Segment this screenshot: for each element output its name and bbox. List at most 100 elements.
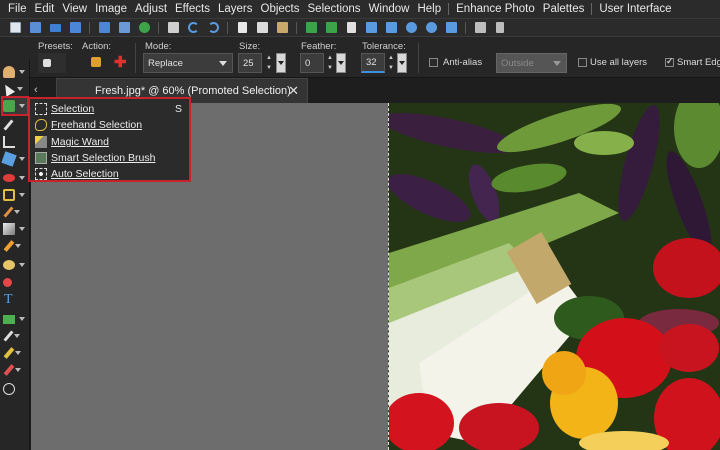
share-icon[interactable] <box>135 20 153 35</box>
save-for-office-icon[interactable] <box>115 20 133 35</box>
menu-window[interactable]: Window <box>365 3 414 15</box>
chevron-down-icon[interactable] <box>19 70 25 74</box>
menu-layers[interactable]: Layers <box>214 3 257 15</box>
cut-icon[interactable] <box>233 20 251 35</box>
flyout-item-smart-selection-brush[interactable]: Smart Selection Brush <box>32 150 189 166</box>
chevron-down-icon[interactable] <box>19 317 25 321</box>
menu-separator <box>591 3 593 15</box>
chevron-down-icon[interactable] <box>19 157 25 161</box>
canvas-size-icon[interactable] <box>382 20 400 35</box>
size-stepper[interactable]: ▲ ▼ <box>265 53 273 73</box>
browse-icon[interactable] <box>46 20 64 35</box>
size-dropdown-button[interactable] <box>276 53 286 73</box>
print-icon[interactable] <box>164 20 182 35</box>
rotate-left-icon[interactable] <box>302 20 320 35</box>
zoom-out-icon[interactable] <box>422 20 440 35</box>
flyout-item-label: Auto Selection <box>51 168 119 180</box>
resize-icon[interactable] <box>362 20 380 35</box>
chevron-down-icon[interactable] <box>17 87 23 91</box>
chevron-down-icon[interactable] <box>15 244 21 248</box>
open-file-icon[interactable] <box>26 20 44 35</box>
dodge-tool[interactable] <box>3 274 27 290</box>
fullscreen-icon[interactable] <box>471 20 489 35</box>
chevron-down-icon[interactable] <box>19 227 25 231</box>
crop-image-icon[interactable] <box>342 20 360 35</box>
copy-icon[interactable] <box>253 20 271 35</box>
clone-brush-tool[interactable] <box>3 204 27 220</box>
tolerance-dropdown-button[interactable] <box>397 53 407 73</box>
pick-tool[interactable] <box>0 81 27 97</box>
use-all-layers-checkbox[interactable] <box>578 58 587 67</box>
color-changer-tool[interactable] <box>3 362 27 378</box>
menu-selections[interactable]: Selections <box>304 3 365 15</box>
rotate-right-icon[interactable] <box>322 20 340 35</box>
chevron-down-icon[interactable] <box>19 263 25 267</box>
selection-tool[interactable] <box>1 96 29 116</box>
new-file-icon[interactable] <box>6 20 24 35</box>
presets-dropdown[interactable] <box>38 53 66 73</box>
chevron-down-icon <box>219 61 227 66</box>
chevron-down-icon[interactable] <box>14 334 20 338</box>
menu-image[interactable]: Image <box>91 3 131 15</box>
menu-palettes[interactable]: Palettes <box>539 3 589 15</box>
paint-brush-tool[interactable] <box>3 238 27 254</box>
fit-window-icon[interactable] <box>442 20 460 35</box>
tolerance-input[interactable]: 32 <box>361 53 385 73</box>
menu-view[interactable]: View <box>58 3 91 15</box>
action-reset-icon[interactable]: ✚ <box>114 53 127 71</box>
zoom-in-icon[interactable] <box>402 20 420 35</box>
add-tool-button[interactable] <box>3 381 27 397</box>
flyout-item-auto-selection[interactable]: Auto Selection <box>32 166 189 182</box>
red-eye-tool[interactable] <box>3 170 27 186</box>
chevron-down-icon[interactable] <box>15 368 21 372</box>
redo-icon[interactable] <box>204 20 222 35</box>
chevron-down-icon[interactable] <box>14 210 20 214</box>
eraser-tool[interactable] <box>3 257 27 273</box>
undo-icon[interactable] <box>184 20 202 35</box>
chevron-left-icon[interactable]: ‹ <box>34 84 38 96</box>
image-canvas[interactable] <box>388 103 720 450</box>
menu-objects[interactable]: Objects <box>257 3 304 15</box>
feather-value: 0 <box>305 57 311 69</box>
flyout-item-selection[interactable]: Selection S <box>32 101 189 117</box>
menu-effects[interactable]: Effects <box>171 3 214 15</box>
pen-tool[interactable] <box>3 328 27 344</box>
menu-user-interface[interactable]: User Interface <box>595 3 675 15</box>
feather-stepper[interactable]: ▲ ▼ <box>326 53 334 73</box>
menu-file[interactable]: File <box>4 3 31 15</box>
chevron-down-icon[interactable] <box>19 193 25 197</box>
mode-select[interactable]: Replace <box>143 53 233 73</box>
action-apply-icon[interactable] <box>91 57 101 67</box>
size-input[interactable]: 25 <box>238 53 262 73</box>
menu-adjust[interactable]: Adjust <box>131 3 171 15</box>
scratch-remover-tool[interactable] <box>3 221 27 237</box>
tolerance-stepper[interactable]: ▲ ▼ <box>387 53 395 73</box>
save-icon[interactable] <box>66 20 84 35</box>
chevron-down-icon[interactable] <box>15 351 21 355</box>
straighten-tool[interactable] <box>1 151 27 167</box>
smart-edge-checkbox[interactable] <box>665 56 674 67</box>
flyout-item-magic-wand[interactable]: Magic Wand <box>32 134 189 150</box>
save-as-icon[interactable] <box>95 20 113 35</box>
rectangle-tool[interactable] <box>3 311 27 327</box>
anti-alias-checkbox[interactable] <box>429 58 438 67</box>
pan-tool[interactable] <box>3 64 27 80</box>
close-icon[interactable]: ✕ <box>288 83 299 99</box>
feather-dropdown-button[interactable] <box>336 53 346 73</box>
paste-icon[interactable] <box>273 20 291 35</box>
eyedropper-tool[interactable] <box>3 117 27 133</box>
menu-enhance-photo[interactable]: Enhance Photo <box>452 3 539 15</box>
outside-select[interactable]: Outside <box>496 53 567 73</box>
text-tool[interactable]: T <box>3 292 27 308</box>
chevron-down-icon[interactable] <box>19 104 25 108</box>
flyout-item-label: Selection <box>51 103 95 115</box>
menu-edit[interactable]: Edit <box>31 3 59 15</box>
chevron-down-icon[interactable] <box>19 176 25 180</box>
menu-help[interactable]: Help <box>413 3 445 15</box>
feather-input[interactable]: 0 <box>300 53 324 73</box>
crop-tool[interactable] <box>3 134 27 150</box>
toolbar-options-icon[interactable] <box>491 20 509 35</box>
makeover-tool[interactable] <box>3 187 27 203</box>
warp-brush-tool[interactable] <box>3 345 27 361</box>
flyout-item-freehand-selection[interactable]: Freehand Selection <box>32 117 189 133</box>
